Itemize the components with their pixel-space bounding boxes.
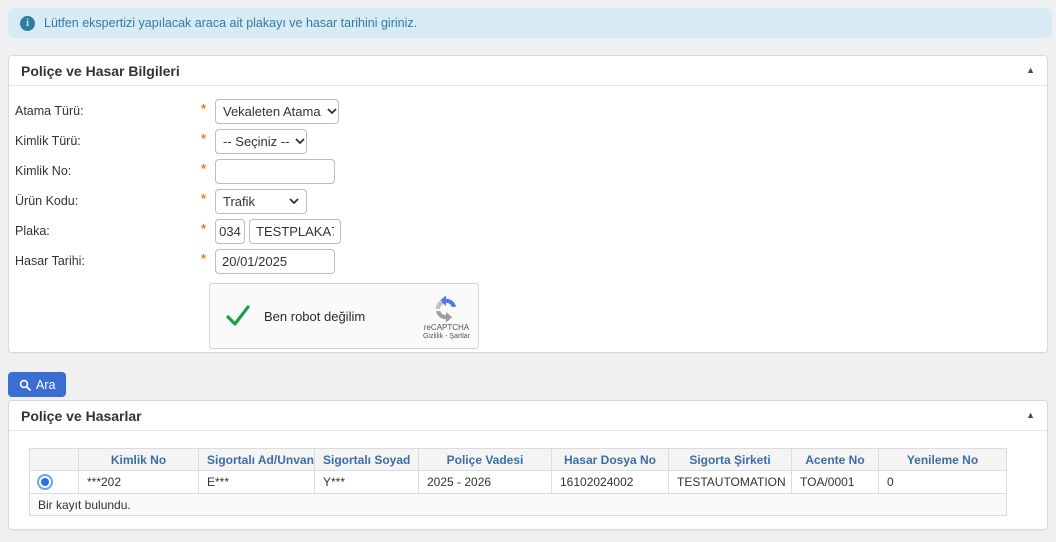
required-marker: * (201, 221, 211, 236)
cell-sigorta-sirketi: TESTAUTOMATION (669, 471, 792, 494)
urun-kodu-label: Ürün Kodu: (15, 194, 201, 208)
table-row[interactable]: ***202 E*** Y*** 2025 - 2026 16102024002… (30, 471, 1007, 494)
info-banner-text: Lütfen ekspertizi yapılacak araca ait pl… (44, 16, 417, 30)
plate-group (215, 219, 341, 244)
form-row-plaka: Plaka: * (9, 216, 1047, 246)
info-icon: i (20, 16, 35, 31)
urun-kodu-value: Trafik (223, 194, 283, 209)
form-row-kimlik-turu: Kimlik Türü: * -- Seçiniz -- (9, 126, 1047, 156)
header-kimlik-no: Kimlik No (79, 449, 199, 471)
chevron-up-icon[interactable]: ▲ (1026, 411, 1035, 420)
header-sigortali-ad-unvan: Sigortalı Ad/Unvan (199, 449, 315, 471)
checkmark-icon[interactable] (226, 305, 250, 327)
policy-panel-header: Poliçe ve Hasar Bilgileri ▲ (9, 56, 1047, 86)
recaptcha-brand: reCAPTCHA Gizlilik - Şartlar (423, 292, 470, 340)
required-marker: * (201, 191, 211, 206)
atama-turu-select[interactable]: Vekaleten Atama (215, 99, 339, 124)
kimlik-no-label: Kimlik No: (15, 164, 201, 178)
cell-sigortali-ad-unvan: E*** (199, 471, 315, 494)
chevron-up-icon[interactable]: ▲ (1026, 66, 1035, 75)
results-panel-title: Poliçe ve Hasarlar (21, 408, 142, 424)
search-button[interactable]: Ara (8, 372, 66, 397)
policy-form: Atama Türü: * Vekaleten Atama Kimlik Tür… (9, 86, 1047, 349)
kimlik-turu-select[interactable]: -- Seçiniz -- (215, 129, 307, 154)
row-radio-selected[interactable] (37, 474, 53, 490)
form-row-kimlik-no: Kimlik No: * (9, 156, 1047, 186)
cell-kimlik-no: ***202 (79, 471, 199, 494)
form-row-atama-turu: Atama Türü: * Vekaleten Atama (9, 96, 1047, 126)
header-sigorta-sirketi: Sigorta Şirketi (669, 449, 792, 471)
expertise-search-page: i Lütfen ekspertizi yapılacak araca ait … (0, 0, 1056, 542)
recaptcha-logo-icon (433, 296, 459, 322)
kimlik-turu-value: -- Seçiniz -- (223, 134, 289, 149)
table-footer-row: Bir kayıt bulundu. (30, 494, 1007, 516)
recaptcha-label: Ben robot değilim (264, 309, 365, 324)
hasar-tarihi-label: Hasar Tarihi: (15, 254, 201, 268)
required-marker: * (201, 251, 211, 266)
header-police-vadesi: Poliçe Vadesi (419, 449, 552, 471)
plaka-input[interactable] (249, 219, 341, 244)
urun-kodu-select[interactable]: Trafik (215, 189, 307, 214)
plaka-city-code-input[interactable] (215, 219, 245, 244)
required-marker: * (201, 161, 211, 176)
hasar-tarihi-input[interactable] (215, 249, 335, 274)
kimlik-turu-label: Kimlik Türü: (15, 134, 201, 148)
kimlik-no-input[interactable] (215, 159, 335, 184)
cell-acente-no: TOA/0001 (792, 471, 879, 494)
recaptcha-brand-name: reCAPTCHA (424, 323, 469, 332)
search-button-label: Ara (36, 378, 55, 392)
header-yenileme-no: Yenileme No (879, 449, 1007, 471)
atama-turu-label: Atama Türü: (15, 104, 201, 118)
cell-yenileme-no: 0 (879, 471, 1007, 494)
form-row-urun-kodu: Ürün Kodu: * Trafik (9, 186, 1047, 216)
header-select (30, 449, 79, 471)
info-banner: i Lütfen ekspertizi yapılacak araca ait … (8, 8, 1052, 38)
record-count-text: Bir kayıt bulundu. (30, 494, 1007, 516)
table-header-row: Kimlik No Sigortalı Ad/Unvan Sigortalı S… (30, 449, 1007, 471)
cell-hasar-dosya-no: 16102024002 (552, 471, 669, 494)
search-icon (19, 379, 31, 391)
plaka-label: Plaka: (15, 224, 201, 238)
cell-sigortali-soyad: Y*** (315, 471, 419, 494)
chevron-down-icon (295, 138, 305, 144)
atama-turu-value: Vekaleten Atama (223, 104, 321, 119)
chevron-down-icon (289, 198, 299, 204)
recaptcha-privacy-terms-link[interactable]: Gizlilik - Şartlar (423, 333, 470, 340)
policy-panel-title: Poliçe ve Hasar Bilgileri (21, 63, 180, 79)
results-panel: Poliçe ve Hasarlar ▲ Kimlik No Sigortalı… (8, 400, 1048, 530)
results-table: Kimlik No Sigortalı Ad/Unvan Sigortalı S… (29, 448, 1007, 516)
required-marker: * (201, 101, 211, 116)
header-hasar-dosya-no: Hasar Dosya No (552, 449, 669, 471)
policy-panel: Poliçe ve Hasar Bilgileri ▲ Atama Türü: … (8, 55, 1048, 353)
required-marker: * (201, 131, 211, 146)
header-sigortali-soyad: Sigortalı Soyad (315, 449, 419, 471)
row-select-cell (30, 471, 79, 494)
results-panel-header: Poliçe ve Hasarlar ▲ (9, 401, 1047, 431)
chevron-down-icon (327, 108, 337, 114)
recaptcha-widget: Ben robot değilim reCAPTCHA Gizlilik - Ş… (209, 283, 479, 349)
form-row-hasar-tarihi: Hasar Tarihi: * (9, 246, 1047, 276)
cell-police-vadesi: 2025 - 2026 (419, 471, 552, 494)
header-acente-no: Acente No (792, 449, 879, 471)
